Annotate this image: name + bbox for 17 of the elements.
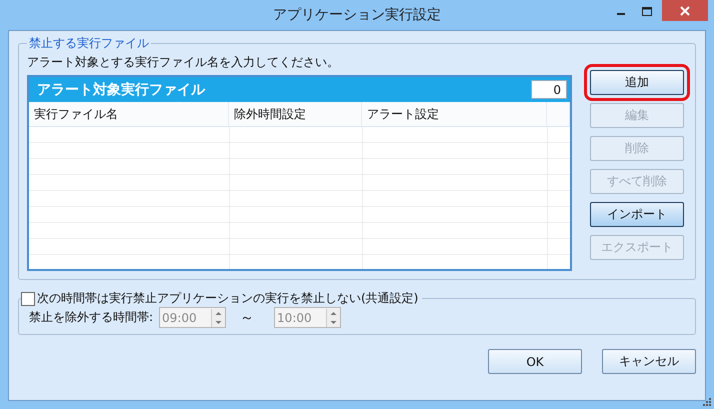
range-separator: ～ bbox=[240, 308, 254, 326]
time-range-label: 禁止を除外する時間帯: bbox=[29, 309, 154, 326]
column-header[interactable]: アラート設定 bbox=[362, 102, 547, 126]
close-icon bbox=[680, 6, 690, 16]
window-title: アプリケーション実行設定 bbox=[273, 6, 441, 24]
count-field: 0 bbox=[531, 80, 567, 99]
dialog-button[interactable]: キャンセル bbox=[602, 349, 696, 374]
column-header[interactable]: 除外時間設定 bbox=[229, 102, 362, 126]
exclusion-checkbox[interactable]: 次の時間帯は実行禁止アプリケーションの実行を禁止しない(共通設定) bbox=[21, 290, 418, 307]
close-button[interactable] bbox=[662, 0, 708, 21]
column-header[interactable]: 実行ファイル名 bbox=[29, 102, 229, 126]
dialog-button[interactable]: OK bbox=[488, 349, 582, 374]
group-legend: 禁止する実行ファイル bbox=[27, 35, 151, 52]
resize-grip-icon[interactable] bbox=[703, 398, 711, 406]
action-button[interactable]: インポート bbox=[590, 202, 684, 227]
table-title: アラート対象実行ファイル bbox=[37, 80, 205, 98]
instruction-text: アラート対象とする実行ファイル名を入力してください。 bbox=[27, 54, 340, 71]
